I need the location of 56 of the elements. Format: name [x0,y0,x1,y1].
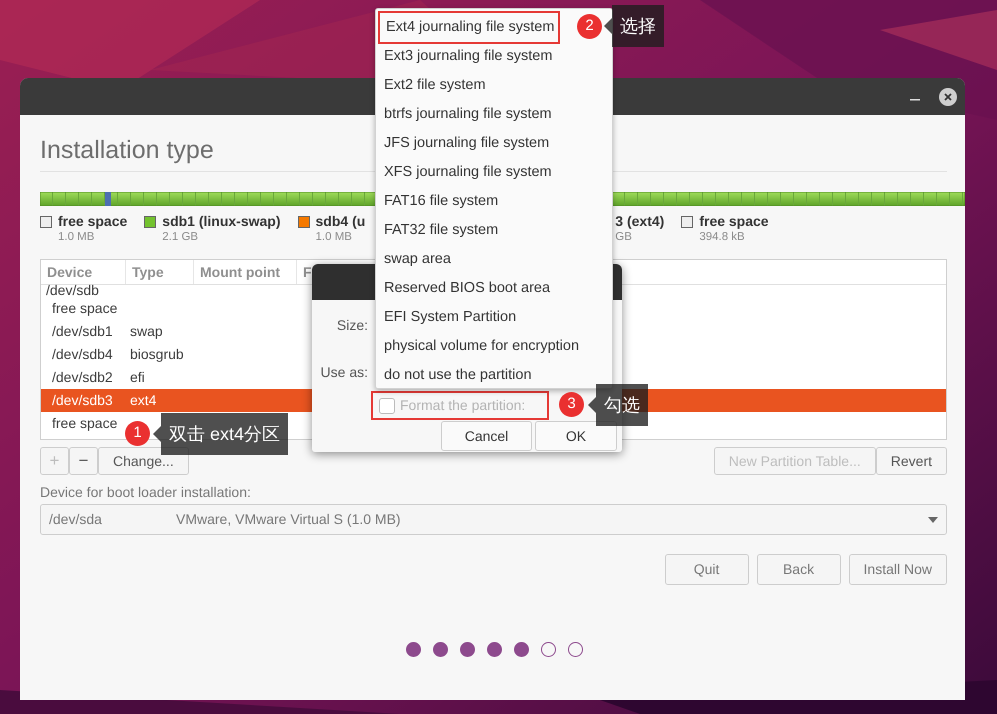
table-row[interactable]: /dev/sdb1 swap [41,320,194,343]
boot-loader-dropdown[interactable]: /dev/sda VMware, VMware Virtual S (1.0 MB) [40,504,947,535]
table-cell-text: efi [129,368,146,387]
table-row[interactable]: /dev/sdb2 efi [41,366,194,389]
caret-icon [928,516,938,522]
use-as-label: Use as: [320,363,368,382]
table-row[interactable]: /dev/sdb [41,285,126,297]
button[interactable]: Revert [876,447,947,475]
legend-label: free space [58,213,128,230]
table-cell-text: biosgrub [129,345,185,364]
legend-label: free space [699,213,769,230]
close-icon[interactable] [939,88,957,106]
legend-size: 394.8 kB [699,230,746,244]
menu-item[interactable]: do not use the partition [378,361,536,390]
table-cell-text: /dev/sdb2 [51,368,114,387]
menu-item[interactable]: Ext4 journaling file system [378,11,560,44]
menu-item[interactable]: XFS journaling file system [378,158,556,187]
legend-size: 1.0 MB [58,230,96,244]
legend-label: sdb4 (u [316,213,366,230]
table-row[interactable]: /dev/sdb4 biosgrub [41,343,194,366]
legend-size: GB [615,230,633,244]
menu-item[interactable]: EFI System Partition [378,303,520,332]
table-row[interactable]: free space [41,412,126,435]
button[interactable]: Quit [664,554,749,585]
button[interactable]: Install Now [848,554,947,585]
table-cell-text: swap [129,322,164,341]
boot-loader-label: Device for boot loader installation: [40,484,251,500]
menu-item[interactable]: Ext2 file system [378,71,490,100]
table-cell-text: /dev/sdb4 [51,345,114,364]
button[interactable]: Cancel [441,421,532,451]
size-label: Size: [336,316,368,335]
callout-label: 双击 ext4分区 [153,413,288,455]
legend-label: 3 (ext4) [615,213,664,230]
button[interactable]: OK [535,421,617,451]
table-cell-text: /dev/sdb3 [51,391,114,410]
button[interactable]: Change... [98,447,189,475]
menu-item[interactable]: FAT32 file system [378,216,502,245]
legend-size: 1.0 MB [316,230,353,244]
button[interactable]: − [69,447,98,475]
page-title: Installation type [40,135,214,166]
device-description: VMware, VMware Virtual S (1.0 MB) [176,510,402,529]
menu-item[interactable]: physical volume for encryption [378,332,584,361]
button[interactable]: Back [756,554,841,585]
legend-label: sdb1 (linux-swap) [162,213,281,230]
table-cell-text: /dev/sdb1 [51,322,114,341]
menu-item[interactable]: FAT16 file system [378,187,502,216]
menu-item[interactable]: swap area [378,245,455,274]
table-cell-text: /dev/sdb [45,283,100,297]
legend-size: 2.1 GB [162,230,200,244]
table-cell-text: ext4 [129,391,158,410]
menu-item[interactable]: Reserved BIOS boot area [378,274,554,303]
table-row[interactable]: free space [41,297,126,320]
menu-item[interactable]: JFS journaling file system [378,129,554,158]
device-name: /dev/sda [49,510,103,529]
menu-item[interactable]: btrfs journaling file system [378,100,556,129]
menu-item[interactable]: Ext3 journaling file system [378,42,556,71]
